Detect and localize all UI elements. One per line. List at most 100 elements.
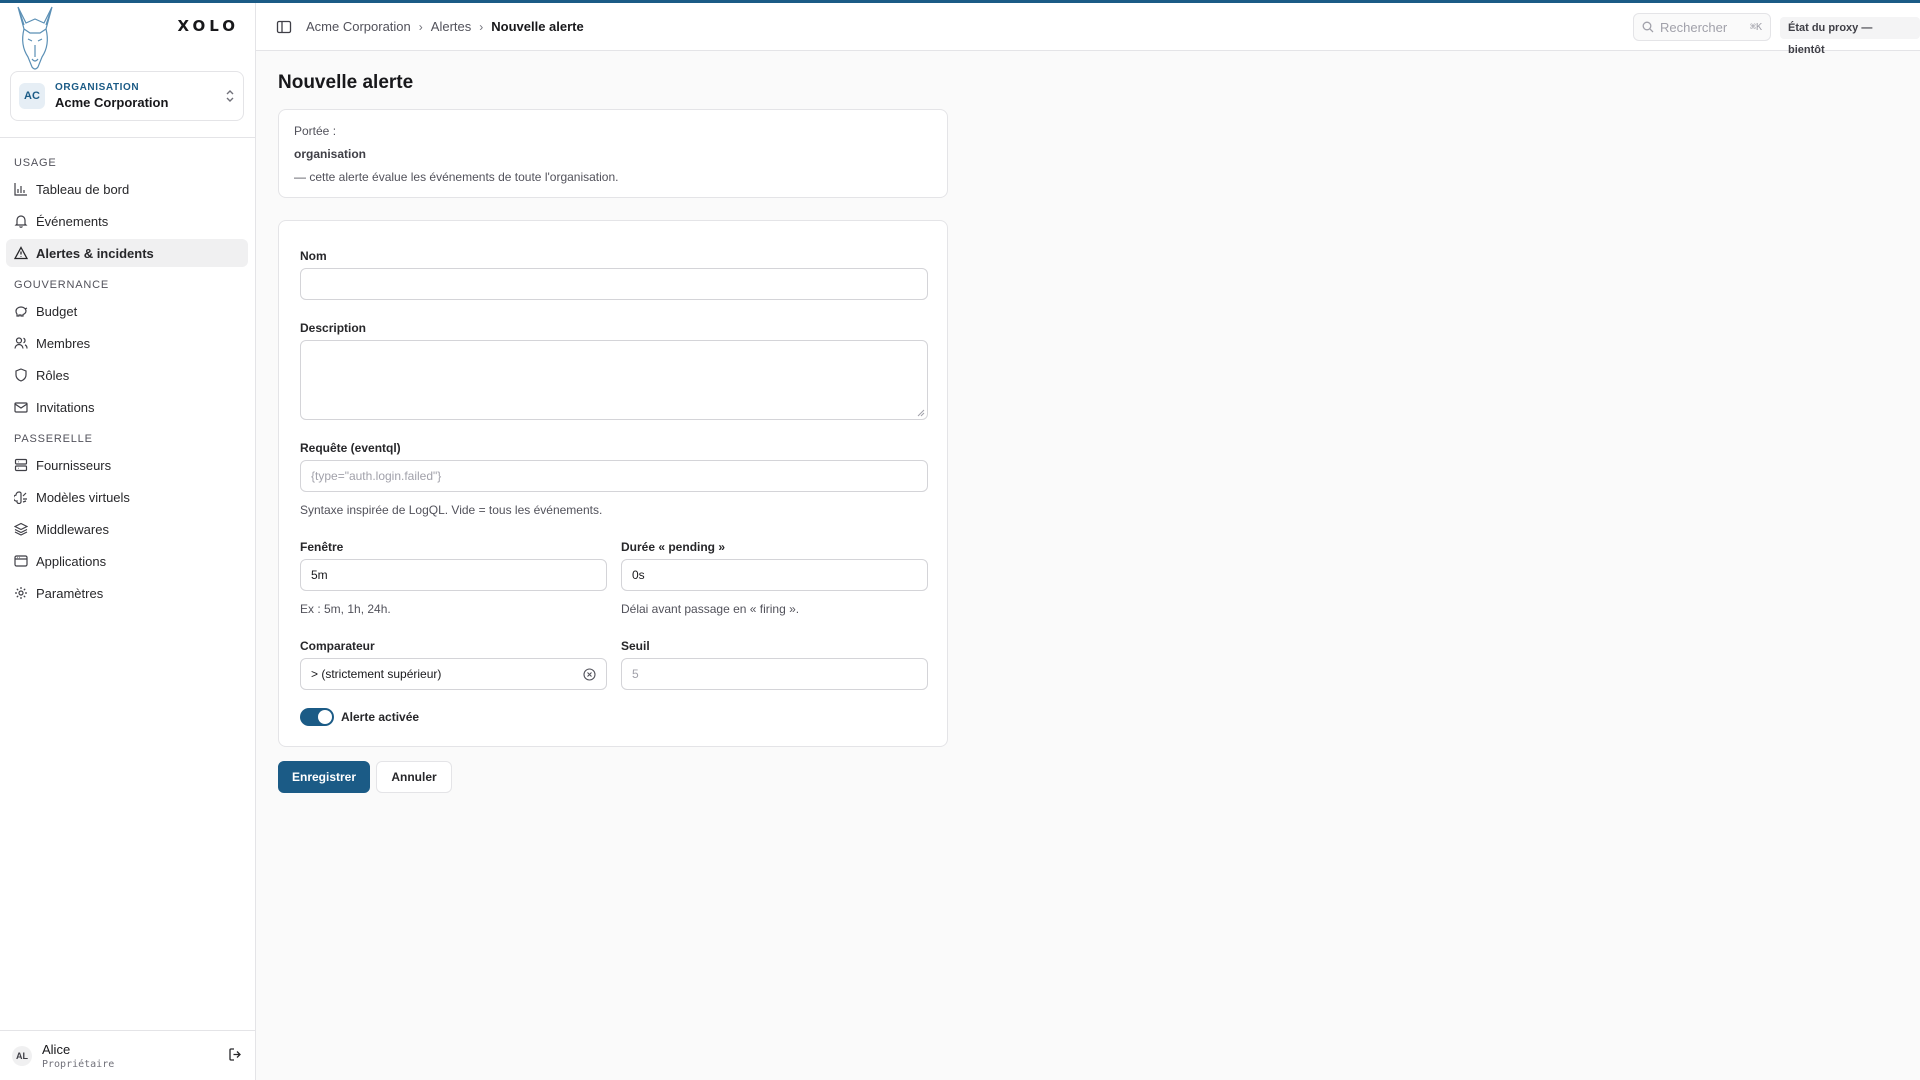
mail-icon xyxy=(14,402,28,413)
sidebar-item-label: Alertes & incidents xyxy=(36,245,154,261)
sidebar-item-providers[interactable]: Fournisseurs xyxy=(6,451,248,479)
window-label: Fenêtre xyxy=(300,540,344,554)
nav-section-usage: USAGE xyxy=(14,157,57,169)
breadcrumb-current: Nouvelle alerte xyxy=(491,19,584,34)
chevron-right-icon: › xyxy=(418,19,423,34)
sidebar-item-label: Modèles virtuels xyxy=(36,489,130,505)
dog-logo-icon xyxy=(17,6,53,70)
enabled-label: Alerte activée xyxy=(341,710,420,724)
sidebar-item-roles[interactable]: Rôles xyxy=(6,361,248,389)
window-input[interactable]: 5m xyxy=(300,559,607,591)
sidebar-item-applications[interactable]: Applications xyxy=(6,547,248,575)
logout-icon xyxy=(229,1047,241,1061)
page-title: Nouvelle alerte xyxy=(278,72,414,93)
sidebar-item-label: Budget xyxy=(36,303,78,319)
organization-switcher[interactable]: AC ORGANISATION Acme Corporation xyxy=(10,71,244,121)
sparkle-brain-icon xyxy=(14,491,27,504)
sidebar-item-dashboard[interactable]: Tableau de bord xyxy=(6,175,248,203)
user-footer: AL Alice Propriétaire xyxy=(0,1030,255,1080)
threshold-label: Seuil xyxy=(621,639,650,653)
nav-section-governance: GOUVERNANCE xyxy=(14,279,109,291)
sidebar-item-events[interactable]: Événements xyxy=(6,207,248,235)
query-input[interactable]: {type="auth.login.failed"} xyxy=(300,460,928,492)
piggy-bank-icon xyxy=(15,306,28,317)
scope-label: Portée : xyxy=(294,124,337,138)
server-icon xyxy=(14,458,28,472)
sidebar-item-label: Événements xyxy=(36,213,109,229)
alert-form: Nom Description Requête (eventql) {type=… xyxy=(278,220,948,747)
sidebar-item-label: Rôles xyxy=(36,367,70,383)
chevron-up-down-icon xyxy=(226,90,234,102)
scope-value: organisation xyxy=(294,147,367,161)
shield-icon xyxy=(15,368,27,382)
comparator-value: > (strictement supérieur) xyxy=(311,667,442,681)
breadcrumb-org[interactable]: Acme Corporation xyxy=(306,19,411,34)
comparator-select[interactable]: > (strictement supérieur) xyxy=(300,658,607,690)
name-label: Nom xyxy=(300,249,327,263)
breadcrumb: Acme Corporation › Alertes › Nouvelle al… xyxy=(306,19,584,34)
sidebar-item-label: Tableau de bord xyxy=(36,181,130,197)
gear-icon xyxy=(15,587,27,599)
logout-button[interactable] xyxy=(228,1047,243,1065)
app-window-icon xyxy=(14,555,28,567)
user-name: Alice xyxy=(42,1041,71,1057)
sidebar-item-alerts[interactable]: Alertes & incidents xyxy=(6,239,248,267)
comparator-label: Comparateur xyxy=(300,639,375,653)
sidebar: XOLO AC ORGANISATION Acme Corporation US… xyxy=(0,3,256,1080)
sidebar-item-label: Membres xyxy=(36,335,91,351)
sidebar-item-middlewares[interactable]: Middlewares xyxy=(6,515,248,543)
window-help: Ex : 5m, 1h, 24h. xyxy=(300,602,391,616)
chevron-right-icon: › xyxy=(479,19,484,34)
resize-handle-icon[interactable] xyxy=(917,409,925,417)
sidebar-item-label: Fournisseurs xyxy=(36,457,112,473)
user-role: Propriétaire xyxy=(42,1058,115,1070)
brand-name: XOLO xyxy=(177,17,239,35)
sidebar-nav: USAGE Tableau de bord Événements Alertes… xyxy=(6,145,248,611)
bell-icon xyxy=(14,215,28,228)
sidebar-divider xyxy=(0,137,255,138)
description-textarea[interactable] xyxy=(300,340,928,420)
name-input[interactable] xyxy=(300,268,928,300)
scope-card: Portée : organisation — cette alerte éva… xyxy=(278,109,948,198)
org-name: Acme Corporation xyxy=(55,95,169,110)
top-header: Acme Corporation › Alertes › Nouvelle al… xyxy=(256,3,1920,56)
main-content: Nouvelle alerte Portée : organisation — … xyxy=(256,52,1920,1080)
nav-section-gateway: PASSERELLE xyxy=(14,433,93,445)
sidebar-item-budget[interactable]: Budget xyxy=(6,297,248,325)
description-label: Description xyxy=(300,321,367,335)
sidebar-item-label: Applications xyxy=(36,553,107,569)
org-avatar: AC xyxy=(19,83,45,109)
search-input[interactable]: Rechercher ⌘K xyxy=(1633,13,1771,41)
threshold-input[interactable]: 5 xyxy=(621,658,928,690)
org-eyebrow: ORGANISATION xyxy=(55,82,140,93)
sidebar-item-label: Middlewares xyxy=(36,521,109,537)
breadcrumb-alerts[interactable]: Alertes xyxy=(431,19,471,34)
query-label: Requête (eventql) xyxy=(300,441,401,455)
search-placeholder: Rechercher xyxy=(1660,19,1728,35)
sidebar-item-invitations[interactable]: Invitations xyxy=(6,393,248,421)
sidebar-item-label: Invitations xyxy=(36,399,95,415)
sidebar-item-virtual-models[interactable]: Modèles virtuels xyxy=(6,483,248,511)
scope-note: — cette alerte évalue les événements de … xyxy=(294,170,619,184)
pending-input[interactable]: 0s xyxy=(621,559,928,591)
sidebar-item-settings[interactable]: Paramètres xyxy=(6,579,248,607)
pending-help: Délai avant passage en « firing ». xyxy=(621,602,800,616)
sidebar-item-label: Paramètres xyxy=(36,585,104,601)
bar-chart-icon xyxy=(14,183,27,196)
warning-triangle-icon xyxy=(14,246,28,260)
query-help: Syntaxe inspirée de LogQL. Vide = tous l… xyxy=(300,503,603,517)
logo-area: XOLO xyxy=(0,3,255,70)
avatar: AL xyxy=(12,1045,32,1066)
layers-icon xyxy=(14,522,28,536)
save-button[interactable]: Enregistrer xyxy=(278,761,370,793)
sidebar-item-members[interactable]: Membres xyxy=(6,329,248,357)
enabled-toggle[interactable] xyxy=(300,708,334,726)
clear-circle-icon[interactable] xyxy=(583,668,596,681)
search-shortcut: ⌘K xyxy=(1749,21,1762,33)
sidebar-toggle-icon[interactable] xyxy=(276,19,292,35)
pending-label: Durée « pending » xyxy=(621,540,726,554)
cancel-button[interactable]: Annuler xyxy=(376,761,452,793)
proxy-status-badge: État du proxy — bientôt xyxy=(1780,17,1920,56)
users-icon xyxy=(14,337,28,349)
search-icon xyxy=(1642,21,1654,33)
